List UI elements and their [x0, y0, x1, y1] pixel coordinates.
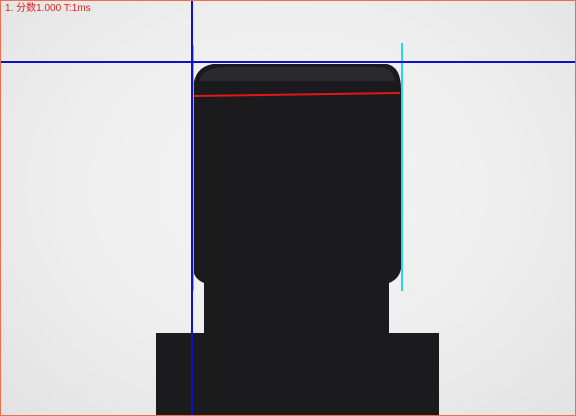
result-overlay-text: 1. 分数1.000 T:1ms	[5, 3, 91, 14]
part-top-highlight	[199, 67, 395, 81]
camera-viewport[interactable]: 1. 分数1.000 T:1ms	[0, 0, 576, 416]
part-silhouette	[156, 64, 439, 415]
inspection-scene	[1, 1, 575, 415]
